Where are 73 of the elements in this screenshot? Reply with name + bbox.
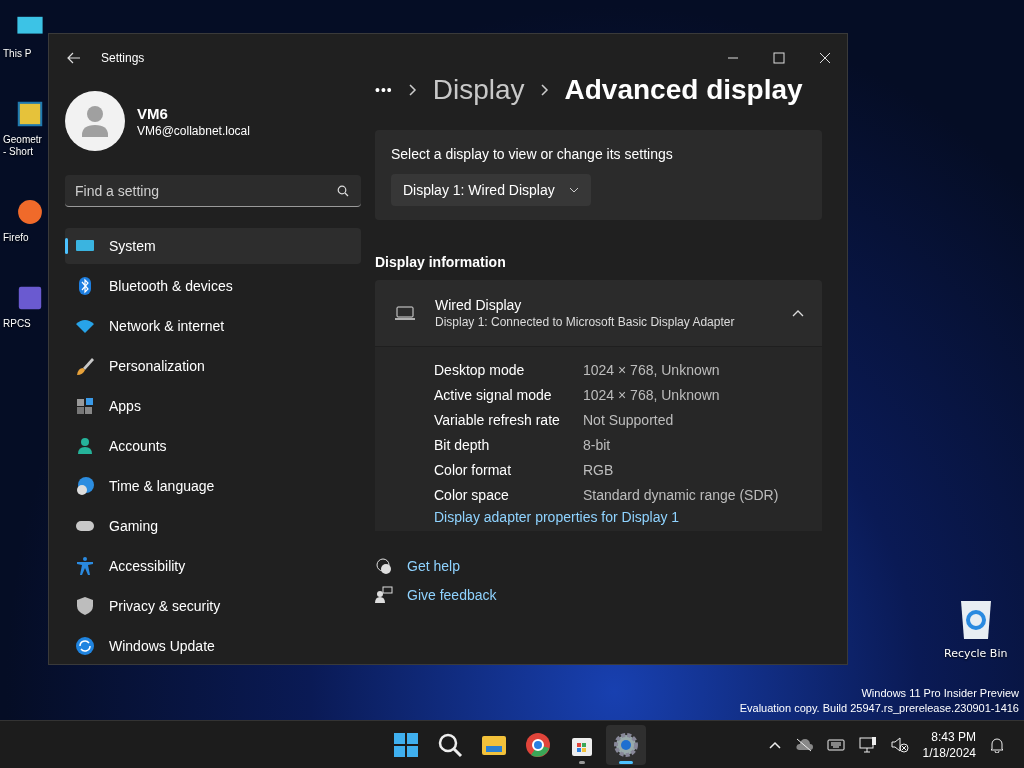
info-label: Color format — [434, 461, 513, 478]
account-email: VM6@collabnet.local — [137, 123, 250, 138]
chevron-up-icon[interactable] — [768, 740, 781, 749]
info-label: Active signal mode — [434, 386, 553, 403]
clock-date[interactable]: 1/18/2024 — [922, 744, 976, 761]
sidebar-item[interactable]: Network & internet — [65, 308, 361, 344]
sidebar-item[interactable]: Apps — [65, 388, 361, 424]
back-arrow-icon[interactable] — [67, 52, 81, 64]
sidebar-item[interactable]: System — [65, 228, 361, 264]
breadcrumb-item[interactable]: Display — [432, 74, 525, 106]
chevron-down-icon — [568, 187, 579, 193]
close-icon[interactable] — [819, 52, 831, 64]
info-value: Standard dynamic range (SDR) — [583, 486, 779, 503]
sidebar-item[interactable]: Bluetooth & devices — [65, 268, 361, 304]
info-value: 8-bit — [583, 436, 611, 453]
info-label: Desktop mode — [434, 361, 526, 378]
help-link[interactable]: Get help — [407, 558, 460, 574]
info-value: 1024 × 768, Unknown — [583, 361, 720, 378]
desktop-icon-label: Geometr - Short — [3, 134, 42, 158]
info-value: Not Supported — [583, 411, 674, 428]
gear-icon — [613, 731, 639, 758]
info-value: 1024 × 768, Unknown — [583, 386, 720, 403]
desktop-icon-label: RPCS — [3, 318, 31, 330]
cloud-off-icon[interactable] — [794, 737, 813, 752]
shield-icon — [75, 596, 95, 616]
keyboard-icon[interactable] — [826, 738, 845, 751]
desktop-icon-label: This P — [3, 48, 32, 60]
help-link[interactable]: Give feedback — [407, 587, 497, 603]
display-name: Wired Display — [435, 297, 523, 313]
sidebar-item[interactable]: Privacy & security — [65, 588, 361, 624]
adapter-properties-link[interactable]: Display adapter properties for Display 1 — [434, 509, 680, 525]
sidebar-item[interactable]: Windows Update — [65, 628, 361, 664]
info-value: RGB — [583, 461, 614, 478]
paintbrush-icon — [75, 356, 95, 376]
window-title: Settings — [101, 51, 145, 65]
watermark-text: Windows 11 Pro Insider Preview — [861, 686, 1019, 701]
person-icon — [75, 436, 95, 456]
clock-time[interactable]: 8:43 PM — [931, 728, 976, 745]
sidebar-item[interactable]: Personalization — [65, 348, 361, 384]
accessibility-icon — [75, 556, 95, 576]
sidebar-item[interactable]: Time & language — [65, 468, 361, 504]
feedback-icon — [375, 586, 393, 604]
account-name: VM6 — [137, 104, 169, 122]
sidebar-item[interactable]: Accessibility — [65, 548, 361, 584]
taskbar-app[interactable] — [606, 724, 646, 765]
sidebar-item[interactable]: Gaming — [65, 508, 361, 544]
watermark-text: Evaluation copy. Build 25947.rs_prerelease.230901-1416 — [739, 701, 1019, 716]
notification-bell-icon[interactable] — [990, 736, 1004, 753]
network-icon[interactable] — [858, 736, 877, 753]
chevron-right-icon — [540, 84, 549, 96]
info-label: Bit depth — [434, 436, 491, 453]
recycle-bin-label: Recycle Bin — [944, 647, 1008, 660]
more-button[interactable]: ••• — [375, 82, 393, 98]
display-connection-text: Display 1: Connected to Microsoft Basic Display Adapter — [435, 315, 735, 329]
select-display-label: Select a display to view or change its settings — [391, 146, 673, 162]
desktop-icon-label: Firefo — [3, 232, 29, 244]
apps-icon — [75, 396, 95, 416]
search-icon — [437, 731, 463, 758]
info-label: Color space — [434, 486, 510, 503]
search-field[interactable]: Find a setting — [65, 175, 361, 207]
breadcrumb-item: Advanced display — [564, 74, 803, 106]
laptop-icon — [395, 305, 415, 321]
sidebar-item[interactable]: Accounts — [65, 428, 361, 464]
avatar-icon — [65, 91, 125, 151]
chevron-right-icon — [408, 84, 417, 96]
section-heading: Display information — [375, 254, 507, 270]
maximize-icon[interactable] — [773, 52, 785, 64]
search-icon — [337, 185, 349, 197]
start-icon — [393, 731, 419, 758]
speaker-muted-icon[interactable] — [890, 736, 909, 753]
refresh-icon — [75, 636, 95, 656]
info-label: Variable refresh rate — [434, 411, 561, 428]
display-dropdown[interactable]: Display 1: Wired Display — [391, 174, 591, 206]
